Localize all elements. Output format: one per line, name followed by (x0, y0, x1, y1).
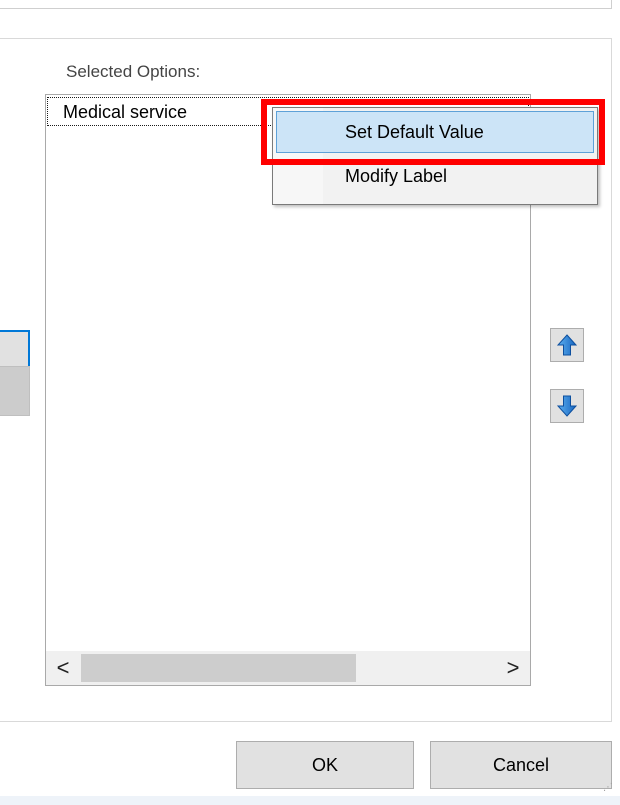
remove-option-button[interactable] (0, 366, 30, 416)
top-divider (0, 8, 612, 9)
scroll-right-icon[interactable]: > (496, 651, 530, 685)
move-up-button[interactable] (550, 328, 584, 362)
menu-item-modify-label[interactable]: Modify Label (345, 166, 447, 187)
list-item-label: Medical service (63, 102, 188, 122)
ok-button[interactable]: OK (236, 741, 414, 789)
top-divider-edge (611, 0, 612, 9)
resize-grip-icon[interactable]: ⋰ (603, 783, 617, 801)
scrollbar-thumb[interactable] (81, 654, 356, 682)
annotation-highlight-box (261, 99, 605, 165)
bottom-edge (0, 796, 620, 805)
move-down-button[interactable] (550, 389, 584, 423)
cancel-button[interactable]: Cancel (430, 741, 612, 789)
arrow-down-icon (557, 395, 577, 417)
scroll-left-icon[interactable]: < (46, 651, 80, 685)
selected-options-label: Selected Options: (66, 62, 201, 81)
arrow-up-icon (557, 334, 577, 356)
